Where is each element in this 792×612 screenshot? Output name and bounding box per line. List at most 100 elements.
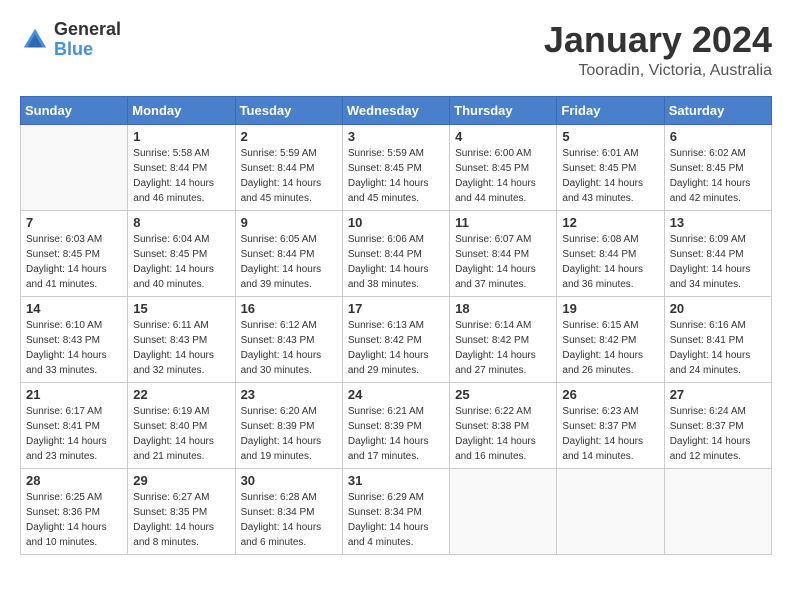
calendar-cell: 12 Sunrise: 6:08 AM Sunset: 8:44 PM Dayli…	[557, 210, 664, 296]
day-info: Sunrise: 6:00 AM Sunset: 8:45 PM Dayligh…	[455, 146, 551, 206]
calendar-cell: 26 Sunrise: 6:23 AM Sunset: 8:37 PM Dayli…	[557, 382, 664, 468]
calendar-body: 1Sunrise: 5:58 AM Sunset: 8:44 PM Daylig…	[21, 124, 772, 554]
day-info: Sunrise: 6:19 AM Sunset: 8:40 PM Dayligh…	[133, 404, 229, 464]
day-info: Sunrise: 6:25 AM Sunset: 8:36 PM Dayligh…	[26, 490, 122, 550]
calendar-cell: 7 Sunrise: 6:03 AM Sunset: 8:45 PM Daylig…	[21, 210, 128, 296]
day-number: 21	[26, 387, 122, 402]
calendar-cell: 25Sunrise: 6:22 AM Sunset: 8:38 PM Dayli…	[450, 382, 557, 468]
month-year-title: January 2024	[544, 20, 772, 60]
calendar-week-4: 21 Sunrise: 6:17 AM Sunset: 8:41 PM Dayli…	[21, 382, 772, 468]
day-number: 26	[562, 387, 658, 402]
calendar-cell	[450, 468, 557, 554]
day-number: 7	[26, 215, 122, 230]
calendar-week-3: 14 Sunrise: 6:10 AM Sunset: 8:43 PM Dayli…	[21, 296, 772, 382]
day-info: Sunrise: 5:59 AM Sunset: 8:45 PM Dayligh…	[348, 146, 444, 206]
calendar-table: SundayMondayTuesdayWednesdayThursdayFrid…	[20, 96, 772, 555]
calendar-cell: 27 Sunrise: 6:24 AM Sunset: 8:37 PM Dayli…	[664, 382, 771, 468]
day-info: Sunrise: 6:06 AM Sunset: 8:44 PM Dayligh…	[348, 232, 444, 292]
day-number: 8	[133, 215, 229, 230]
day-info: Sunrise: 6:01 AM Sunset: 8:45 PM Dayligh…	[562, 146, 658, 206]
calendar-header-row: SundayMondayTuesdayWednesdayThursdayFrid…	[21, 96, 772, 124]
day-info: Sunrise: 5:59 AM Sunset: 8:44 PM Dayligh…	[241, 146, 337, 206]
day-info: Sunrise: 6:17 AM Sunset: 8:41 PM Dayligh…	[26, 404, 122, 464]
day-number: 16	[241, 301, 337, 316]
day-info: Sunrise: 6:12 AM Sunset: 8:43 PM Dayligh…	[241, 318, 337, 378]
logo: General Blue	[20, 20, 121, 60]
calendar-cell: 22 Sunrise: 6:19 AM Sunset: 8:40 PM Dayli…	[128, 382, 235, 468]
day-number: 13	[670, 215, 766, 230]
day-info: Sunrise: 5:58 AM Sunset: 8:44 PM Dayligh…	[133, 146, 229, 206]
day-info: Sunrise: 6:03 AM Sunset: 8:45 PM Dayligh…	[26, 232, 122, 292]
header: General Blue January 2024 Tooradin, Vict…	[20, 20, 772, 80]
day-info: Sunrise: 6:16 AM Sunset: 8:41 PM Dayligh…	[670, 318, 766, 378]
calendar-cell: 14 Sunrise: 6:10 AM Sunset: 8:43 PM Dayli…	[21, 296, 128, 382]
logo-blue: Blue	[54, 39, 93, 59]
day-number: 23	[241, 387, 337, 402]
calendar-cell: 10 Sunrise: 6:06 AM Sunset: 8:44 PM Dayli…	[342, 210, 449, 296]
weekday-header-sunday: Sunday	[21, 96, 128, 124]
weekday-header-tuesday: Tuesday	[235, 96, 342, 124]
calendar-cell: 20 Sunrise: 6:16 AM Sunset: 8:41 PM Dayli…	[664, 296, 771, 382]
calendar-cell: 9Sunrise: 6:05 AM Sunset: 8:44 PM Daylig…	[235, 210, 342, 296]
calendar-week-1: 1Sunrise: 5:58 AM Sunset: 8:44 PM Daylig…	[21, 124, 772, 210]
day-info: Sunrise: 6:02 AM Sunset: 8:45 PM Dayligh…	[670, 146, 766, 206]
location-subtitle: Tooradin, Victoria, Australia	[544, 62, 772, 80]
day-info: Sunrise: 6:23 AM Sunset: 8:37 PM Dayligh…	[562, 404, 658, 464]
day-info: Sunrise: 6:21 AM Sunset: 8:39 PM Dayligh…	[348, 404, 444, 464]
weekday-header-wednesday: Wednesday	[342, 96, 449, 124]
day-number: 15	[133, 301, 229, 316]
day-number: 31	[348, 473, 444, 488]
day-info: Sunrise: 6:08 AM Sunset: 8:44 PM Dayligh…	[562, 232, 658, 292]
day-info: Sunrise: 6:24 AM Sunset: 8:37 PM Dayligh…	[670, 404, 766, 464]
day-info: Sunrise: 6:10 AM Sunset: 8:43 PM Dayligh…	[26, 318, 122, 378]
day-number: 6	[670, 129, 766, 144]
calendar-cell: 21 Sunrise: 6:17 AM Sunset: 8:41 PM Dayli…	[21, 382, 128, 468]
calendar-cell: 1Sunrise: 5:58 AM Sunset: 8:44 PM Daylig…	[128, 124, 235, 210]
day-info: Sunrise: 6:13 AM Sunset: 8:42 PM Dayligh…	[348, 318, 444, 378]
day-number: 5	[562, 129, 658, 144]
calendar-week-5: 28 Sunrise: 6:25 AM Sunset: 8:36 PM Dayli…	[21, 468, 772, 554]
day-number: 9	[241, 215, 337, 230]
calendar-cell: 23Sunrise: 6:20 AM Sunset: 8:39 PM Dayli…	[235, 382, 342, 468]
day-info: Sunrise: 6:29 AM Sunset: 8:34 PM Dayligh…	[348, 490, 444, 550]
day-number: 14	[26, 301, 122, 316]
calendar-cell: 17 Sunrise: 6:13 AM Sunset: 8:42 PM Dayli…	[342, 296, 449, 382]
day-number: 22	[133, 387, 229, 402]
calendar-week-2: 7 Sunrise: 6:03 AM Sunset: 8:45 PM Daylig…	[21, 210, 772, 296]
calendar-cell: 3Sunrise: 5:59 AM Sunset: 8:45 PM Daylig…	[342, 124, 449, 210]
day-number: 30	[241, 473, 337, 488]
calendar-cell: 4Sunrise: 6:00 AM Sunset: 8:45 PM Daylig…	[450, 124, 557, 210]
calendar-cell: 30 Sunrise: 6:28 AM Sunset: 8:34 PM Dayli…	[235, 468, 342, 554]
day-number: 18	[455, 301, 551, 316]
day-number: 10	[348, 215, 444, 230]
calendar-cell: 16 Sunrise: 6:12 AM Sunset: 8:43 PM Dayli…	[235, 296, 342, 382]
weekday-header-saturday: Saturday	[664, 96, 771, 124]
day-number: 28	[26, 473, 122, 488]
calendar-cell	[664, 468, 771, 554]
day-number: 25	[455, 387, 551, 402]
calendar-cell: 11Sunrise: 6:07 AM Sunset: 8:44 PM Dayli…	[450, 210, 557, 296]
day-info: Sunrise: 6:09 AM Sunset: 8:44 PM Dayligh…	[670, 232, 766, 292]
day-number: 27	[670, 387, 766, 402]
day-number: 24	[348, 387, 444, 402]
logo-general: General	[54, 19, 121, 39]
calendar-cell: 29 Sunrise: 6:27 AM Sunset: 8:35 PM Dayli…	[128, 468, 235, 554]
calendar-cell: 13 Sunrise: 6:09 AM Sunset: 8:44 PM Dayli…	[664, 210, 771, 296]
day-info: Sunrise: 6:07 AM Sunset: 8:44 PM Dayligh…	[455, 232, 551, 292]
title-area: January 2024 Tooradin, Victoria, Austral…	[544, 20, 772, 80]
day-info: Sunrise: 6:15 AM Sunset: 8:42 PM Dayligh…	[562, 318, 658, 378]
day-number: 20	[670, 301, 766, 316]
calendar-cell: 31 Sunrise: 6:29 AM Sunset: 8:34 PM Dayli…	[342, 468, 449, 554]
calendar-cell	[21, 124, 128, 210]
calendar-cell	[557, 468, 664, 554]
day-number: 2	[241, 129, 337, 144]
calendar-cell: 6 Sunrise: 6:02 AM Sunset: 8:45 PM Daylig…	[664, 124, 771, 210]
day-number: 29	[133, 473, 229, 488]
day-number: 12	[562, 215, 658, 230]
day-info: Sunrise: 6:27 AM Sunset: 8:35 PM Dayligh…	[133, 490, 229, 550]
day-info: Sunrise: 6:28 AM Sunset: 8:34 PM Dayligh…	[241, 490, 337, 550]
day-number: 17	[348, 301, 444, 316]
calendar-cell: 28 Sunrise: 6:25 AM Sunset: 8:36 PM Dayli…	[21, 468, 128, 554]
day-number: 19	[562, 301, 658, 316]
calendar-cell: 2 Sunrise: 5:59 AM Sunset: 8:44 PM Daylig…	[235, 124, 342, 210]
